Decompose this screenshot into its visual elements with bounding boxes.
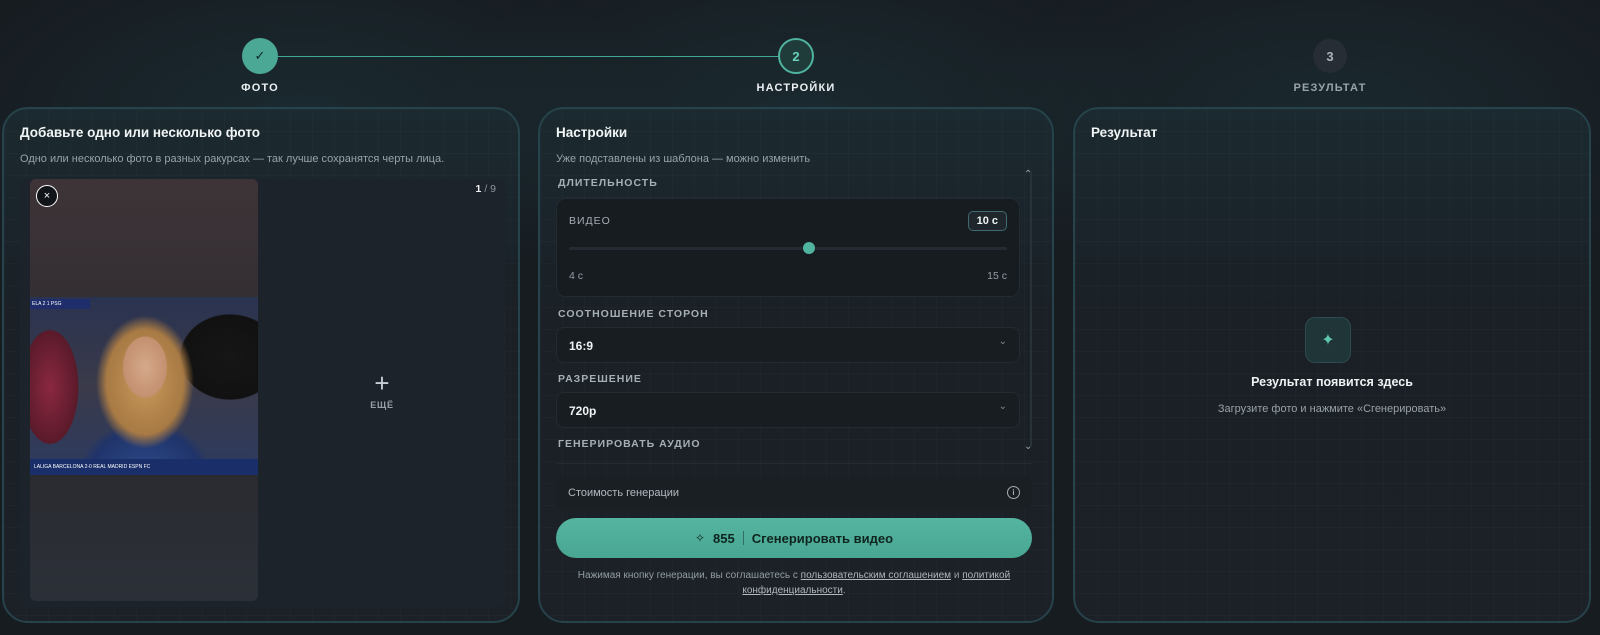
generation-cost-row[interactable]: Стоимость генерации i: [556, 477, 1032, 509]
result-placeholder-description: Загрузите фото и нажмите «Сгенерировать»: [1217, 403, 1447, 415]
chevron-down-icon: ⌄: [998, 401, 1007, 412]
photo-thumbnail[interactable]: ELA 2 1 PSG LALIGA BARCELONA 2-0 REAL MA…: [30, 179, 258, 601]
aspect-ratio-label: СООТНОШЕНИЕ СТОРОН: [558, 308, 709, 320]
settings-panel: Настройки Уже подставлены из шаблона — м…: [538, 107, 1054, 623]
sparkle-icon: ✦: [1305, 317, 1351, 363]
generation-cost-label: Стоимость генерации: [568, 487, 680, 499]
terms-prefix: Нажимая кнопку генерации, вы соглашаетес…: [577, 570, 801, 581]
terms-notice: Нажимая кнопку генерации, вы соглашаетес…: [556, 568, 1032, 598]
step-2-circle[interactable]: 2: [778, 38, 814, 74]
photos-subtitle: Одно или несколько фото в разных ракурса…: [20, 153, 445, 165]
settings-subtitle: Уже подставлены из шаблона — можно измен…: [556, 153, 811, 165]
result-placeholder-title: Результат появится здесь: [1251, 375, 1413, 389]
duration-slider-track[interactable]: [569, 247, 1007, 250]
divider: [556, 463, 1032, 464]
photos-title: Добавьте одно или несколько фото: [20, 125, 261, 140]
aspect-ratio-select[interactable]: 16:9 ⌄: [556, 327, 1020, 363]
step-3-circle: 3: [1313, 39, 1347, 73]
video-duration-value: 10 с: [967, 211, 1007, 231]
resolution-label: РАЗРЕШЕНИЕ: [558, 373, 642, 385]
generate-video-button[interactable]: ✧ 855 Сгенерировать видео: [556, 518, 1032, 558]
settings-title: Настройки: [556, 125, 628, 140]
duration-label: ДЛИТЕЛЬНОСТЬ: [558, 177, 658, 189]
sparkle-icon: ✧: [694, 531, 705, 545]
add-more-photos-button[interactable]: + ЕЩЁ: [268, 179, 496, 601]
step-3-label: РЕЗУЛЬТАТ: [1293, 82, 1367, 94]
photo-ticker: LALIGA BARCELONA 2-0 REAL MADRID ESPN FC: [30, 459, 258, 475]
info-icon[interactable]: i: [1007, 486, 1020, 499]
button-separator: [742, 531, 744, 545]
user-agreement-link[interactable]: пользовательским соглашением: [801, 570, 951, 581]
generate-video-label: Сгенерировать видео: [751, 530, 894, 546]
duration-slider-thumb[interactable]: [803, 242, 815, 254]
terms-middle: и: [951, 570, 963, 581]
slider-max-label: 15 с: [987, 270, 1007, 282]
add-more-label: ЕЩЁ: [370, 400, 394, 410]
photo-grid: ELA 2 1 PSG LALIGA BARCELONA 2-0 REAL MA…: [20, 179, 506, 607]
result-title: Результат: [1091, 125, 1158, 140]
step-connector: [275, 56, 780, 57]
terms-suffix: .: [842, 585, 846, 596]
scroll-down-chevron-icon[interactable]: ⌄: [1024, 441, 1032, 452]
stepper: ✓ 2 3 ФОТО НАСТРОЙКИ РЕЗУЛЬТАТ: [0, 38, 1600, 98]
step-1-check-icon[interactable]: ✓: [242, 38, 278, 74]
step-2-label: НАСТРОЙКИ: [756, 82, 836, 94]
generation-cost-value: 855: [713, 530, 735, 546]
slider-min-label: 4 с: [569, 270, 584, 282]
resolution-select[interactable]: 720p ⌄: [556, 392, 1020, 428]
plus-icon: +: [374, 368, 390, 398]
resolution-value: 720p: [569, 404, 597, 418]
photos-panel: Добавьте одно или несколько фото Одно ил…: [2, 107, 520, 623]
result-panel: Результат ✦ Результат появится здесь Заг…: [1073, 107, 1591, 623]
video-label: ВИДЕО: [569, 215, 611, 227]
video-duration-box: ВИДЕО 10 с 4 с 15 с: [556, 198, 1020, 297]
aspect-ratio-value: 16:9: [569, 339, 594, 353]
photo-scoreboard: ELA 2 1 PSG: [30, 299, 90, 309]
chevron-down-icon: ⌄: [998, 336, 1007, 347]
remove-photo-close-icon[interactable]: ×: [36, 185, 58, 207]
step-1-label: ФОТО: [241, 82, 279, 94]
settings-scrollbar[interactable]: [1030, 171, 1032, 447]
uploaded-photo: ELA 2 1 PSG LALIGA BARCELONA 2-0 REAL MA…: [30, 297, 258, 475]
generate-audio-label[interactable]: ГЕНЕРИРОВАТЬ АУДИО: [558, 438, 701, 450]
